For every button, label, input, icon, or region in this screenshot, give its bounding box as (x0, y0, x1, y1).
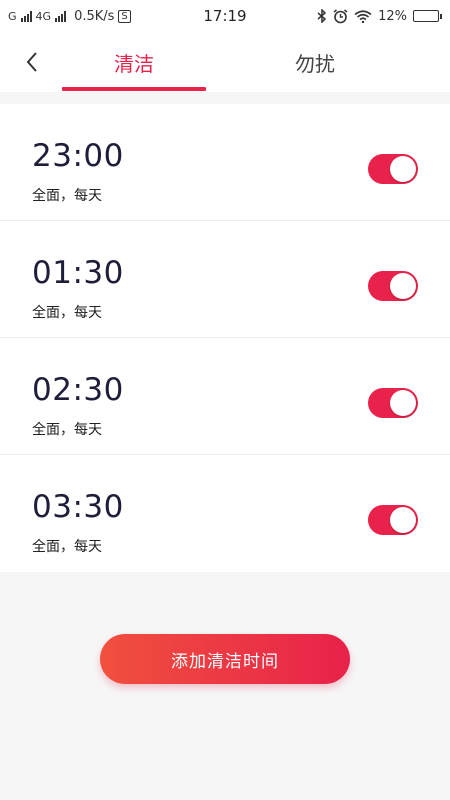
schedule-time: 01:30 (32, 255, 124, 291)
active-tab-indicator (62, 87, 206, 91)
battery-percent: 12% (378, 8, 407, 24)
carrier2-label: 4G (35, 9, 52, 23)
schedule-desc: 全面，每天 (32, 422, 102, 438)
schedule-desc: 全面，每天 (32, 188, 102, 204)
schedule-toggle[interactable] (368, 388, 418, 418)
header: 清洁 勿扰 (0, 32, 450, 92)
toggle-knob (390, 156, 416, 182)
schedule-toggle[interactable] (368, 505, 418, 535)
toggle-knob (390, 507, 416, 533)
battery-icon (413, 10, 442, 22)
add-cleaning-time-button[interactable]: 添加清洁时间 (100, 634, 350, 684)
wifi-icon (354, 9, 372, 23)
schedule-row[interactable]: 23:00 全面，每天 (0, 104, 450, 221)
bluetooth-icon (317, 9, 327, 23)
schedule-time: 03:30 (32, 489, 124, 525)
schedule-desc: 全面，每天 (32, 539, 102, 555)
tab-clean[interactable]: 清洁 (62, 32, 206, 92)
schedule-row[interactable]: 02:30 全面，每天 (0, 338, 450, 455)
toggle-knob (390, 273, 416, 299)
schedule-row[interactable]: 01:30 全面，每天 (0, 221, 450, 338)
s-badge: S (118, 9, 131, 23)
section-gap (0, 92, 450, 104)
status-right: 12% (317, 9, 442, 24)
schedule-time: 23:00 (32, 138, 124, 174)
schedule-toggle[interactable] (368, 271, 418, 301)
status-bar: G 4G 0.5K/s S 17:19 12% (0, 0, 450, 32)
alarm-icon (333, 8, 348, 23)
schedule-row[interactable]: 03:30 全面，每天 (0, 455, 450, 572)
back-chevron-icon (26, 52, 37, 72)
network-speed: 0.5K/s (74, 8, 115, 24)
schedule-time: 02:30 (32, 372, 124, 408)
schedule-list: 23:00 全面，每天 01:30 全面，每天 02:30 全面，每天 03:3… (0, 104, 450, 572)
back-button[interactable] (16, 46, 48, 78)
toggle-knob (390, 390, 416, 416)
signal-icon (20, 10, 32, 22)
status-left: G 4G 0.5K/s S (8, 9, 317, 24)
schedule-toggle[interactable] (368, 154, 418, 184)
signal-icon (55, 10, 67, 22)
schedule-desc: 全面，每天 (32, 305, 102, 321)
carrier1-label: G (8, 9, 17, 23)
tab-do-not-disturb[interactable]: 勿扰 (240, 32, 390, 92)
